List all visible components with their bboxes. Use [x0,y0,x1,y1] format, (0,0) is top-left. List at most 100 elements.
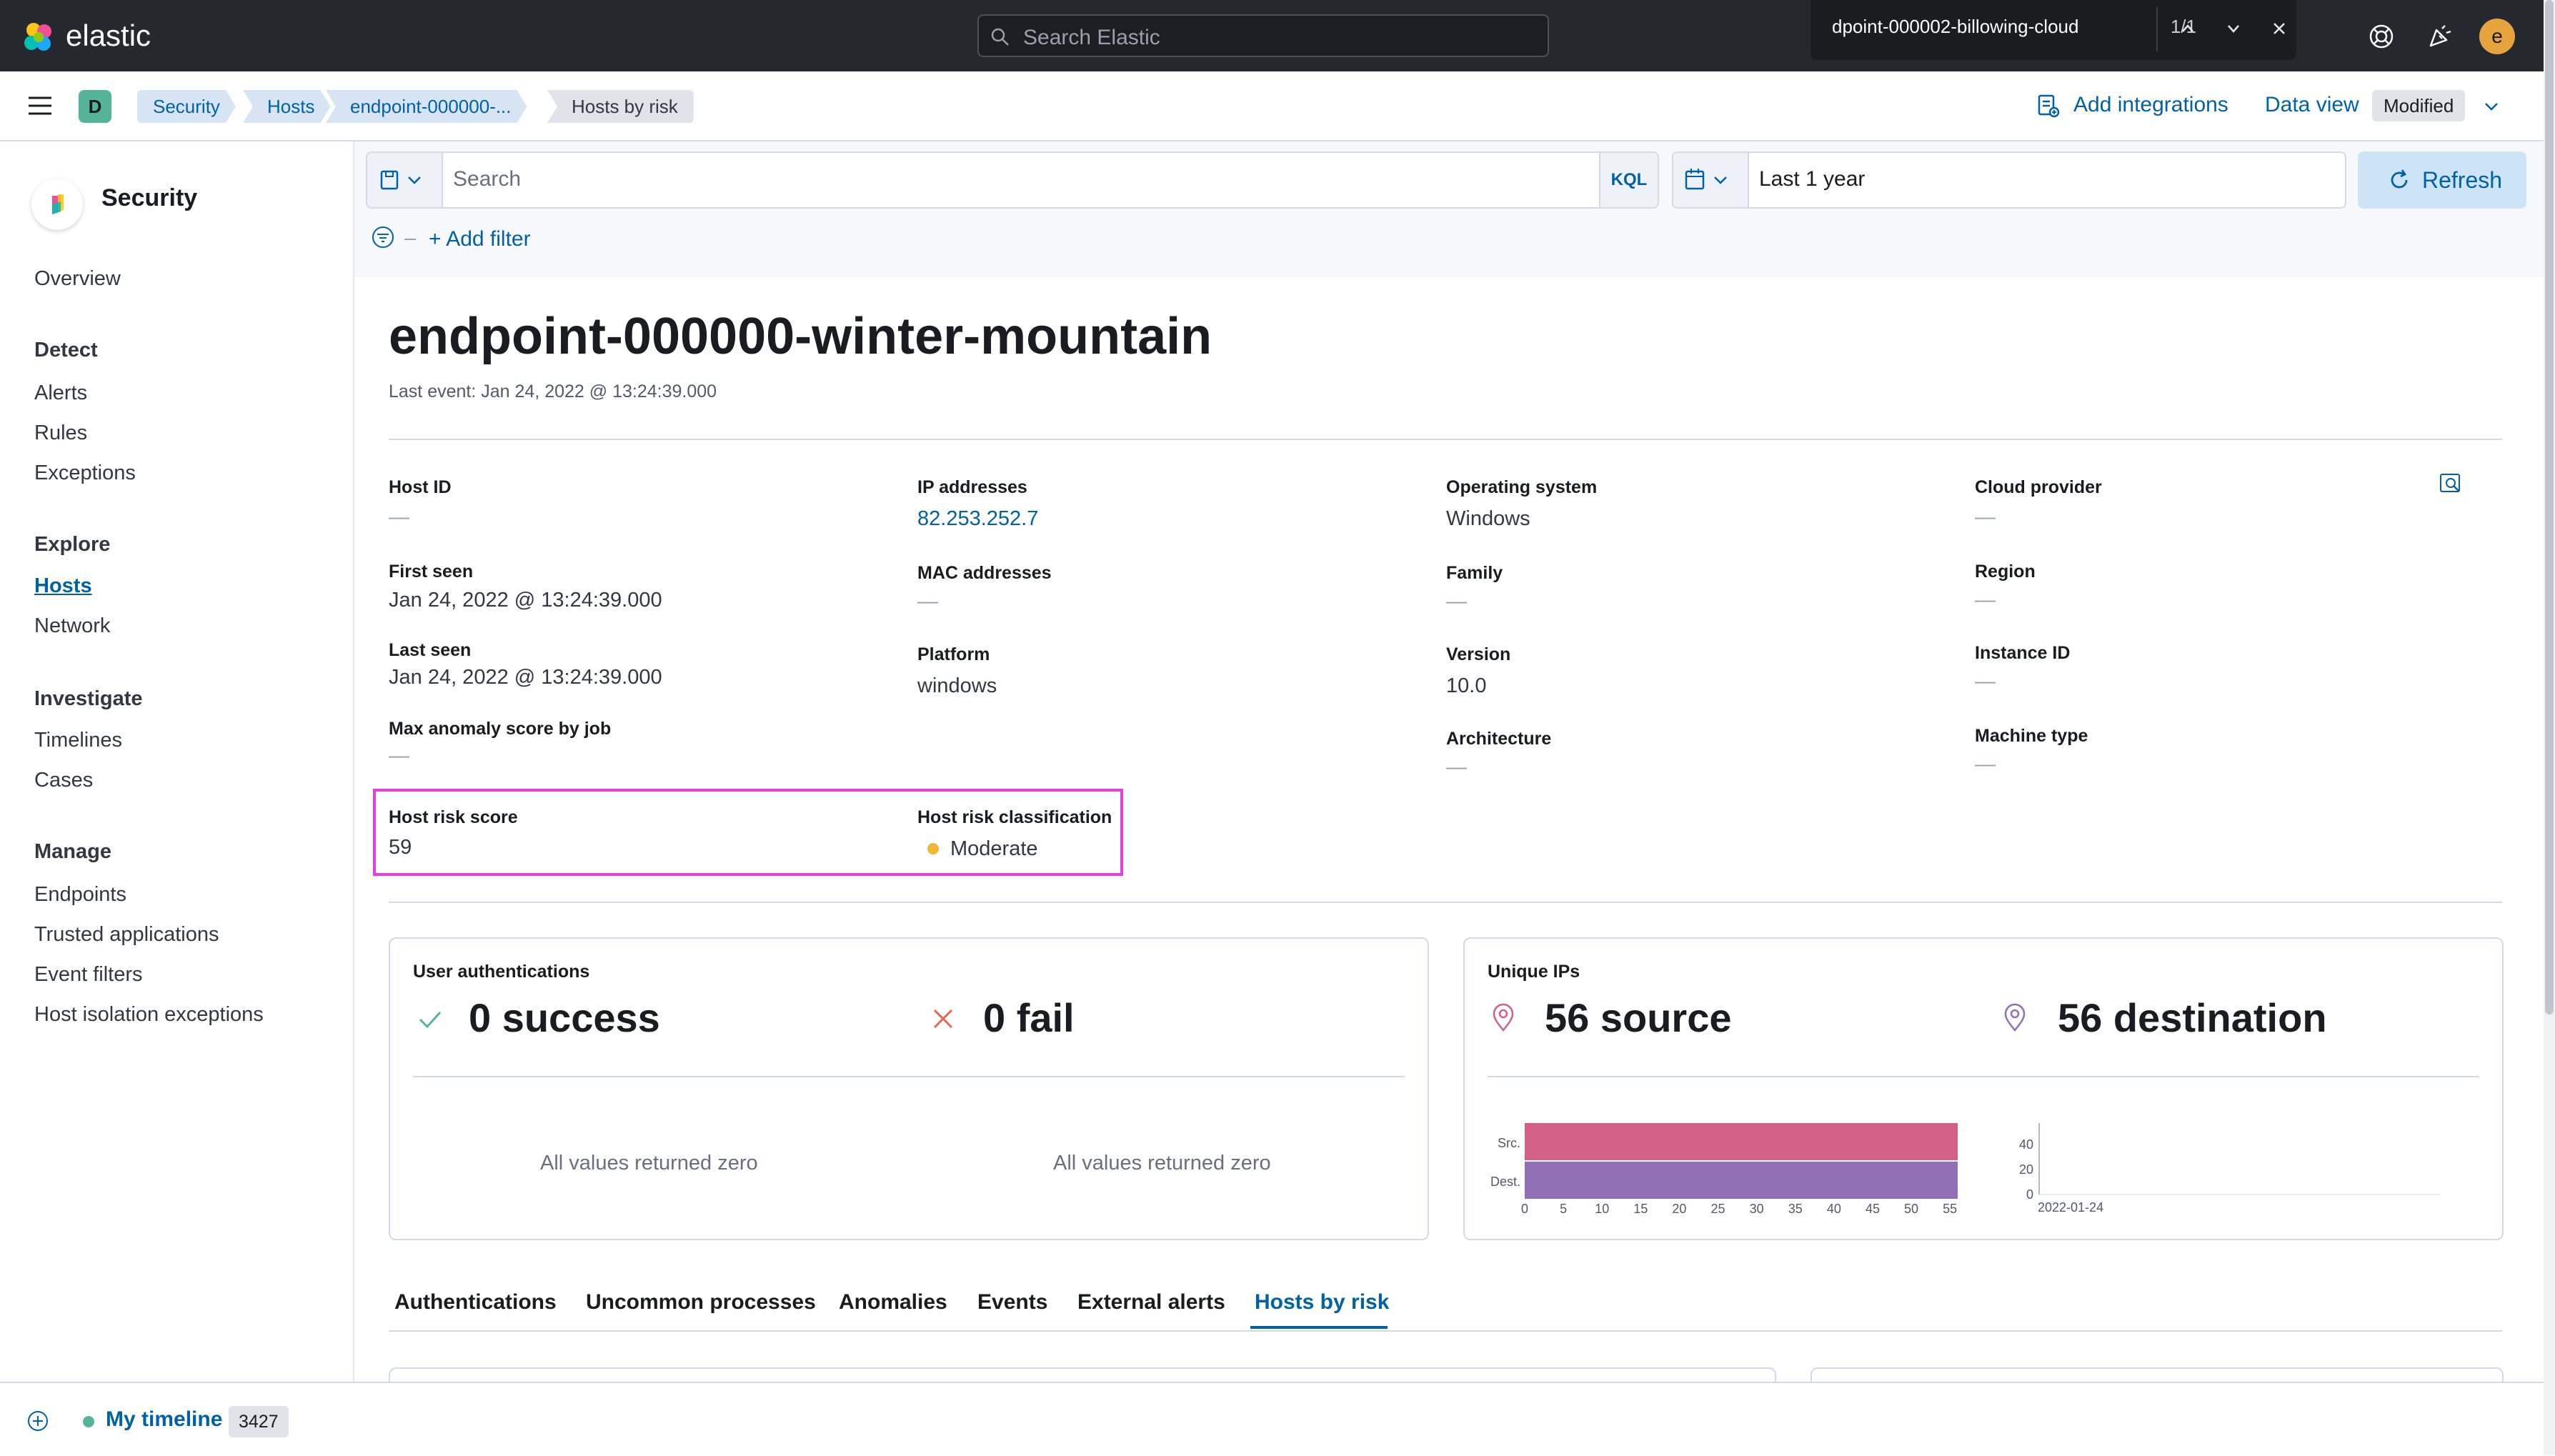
add-filter-button[interactable]: + Add filter [429,227,531,251]
add-integrations-label: Add integrations [2073,93,2228,116]
search-icon [991,28,1009,46]
instance-id-value: — [1975,670,1996,693]
save-icon [380,170,421,190]
breadcrumb-security[interactable]: Security [137,90,236,123]
refresh-button[interactable]: Refresh [2358,151,2526,209]
x-tick-label: 10 [1595,1202,1609,1216]
sidebar-item-overview[interactable]: Overview [34,267,121,291]
global-search-input[interactable]: Search Elastic [977,14,1549,57]
x-tick-label: 30 [1750,1202,1764,1216]
breadcrumb-hosts-by-risk: Hosts by risk [547,90,694,123]
global-search-placeholder: Search Elastic [1023,26,1160,49]
tab-authentications[interactable]: Authentications [394,1290,557,1315]
saved-query-menu[interactable] [367,153,443,207]
space-avatar[interactable]: D [79,90,111,123]
find-query[interactable]: dpoint-000002-billowing-cloud [1832,16,2139,38]
sidebar-item-hosts[interactable]: Hosts [34,574,92,598]
query-search-input[interactable]: Search [453,167,521,191]
cross-icon [933,1009,953,1029]
machine-type-value: — [1975,753,1996,776]
find-next-icon[interactable] [2219,14,2248,43]
sidebar-item-exceptions[interactable]: Exceptions [34,462,136,485]
sidebar-item-alerts[interactable]: Alerts [34,382,87,405]
news-feed-icon[interactable] [2425,21,2455,51]
x-tick-label: 5 [1560,1202,1567,1216]
unique-ips-histogram: 40 20 0 2022-01-24 [2019,1123,2441,1215]
x-tick-label: 0 [1521,1202,1528,1216]
date-quick-menu[interactable] [1673,153,1749,207]
close-icon [2273,23,2285,34]
x-tick-label: 15 [1633,1202,1648,1216]
timeline-status-dot [83,1416,94,1427]
user-authentications-title: User authentications [413,962,590,982]
my-timeline-link[interactable]: My timeline [106,1407,222,1432]
add-timeline-icon[interactable] [26,1409,50,1433]
map-marker-icon [2004,1003,2026,1032]
sidebar-item-host-isolation-exceptions[interactable]: Host isolation exceptions [34,1003,264,1027]
moderate-status-dot [927,843,939,854]
y-tick-label: 40 [2019,1137,2033,1152]
user-authentications-panel [389,937,1429,1240]
tab-hosts-by-risk[interactable]: Hosts by risk [1255,1290,1389,1315]
auth-fail-empty-message: All values returned zero [1053,1152,1271,1175]
last-event-timestamp: Last event: Jan 24, 2022 @ 13:24:39.000 [389,382,717,402]
unique-ips-destination-count: 56 destination [2058,995,2327,1040]
elastic-logo-icon[interactable] [21,20,56,54]
region-label: Region [1975,562,2036,582]
unique-ips-bar-chart: Src. Dest. 0 5 10 15 20 25 30 35 40 45 50 55 [1490,1123,1958,1216]
timeline-bottom-bar: My timeline 3427 [0,1382,2544,1456]
ip-address-link[interactable]: 82.253.252.7 [917,507,1038,531]
x-tick-label: 45 [1866,1202,1880,1216]
divider [413,1076,1405,1077]
top-header: elastic Search Elastic dpoint-000002-bil… [0,0,2555,71]
logo-text[interactable]: elastic [66,17,151,54]
help-icon[interactable] [2366,21,2396,51]
breadcrumb-hosts[interactable]: Hosts [243,90,330,123]
auth-success-empty-message: All values returned zero [540,1152,758,1175]
user-avatar[interactable]: e [2479,19,2515,54]
sidebar-title: Security [101,184,198,211]
inspect-icon[interactable] [2438,470,2464,496]
tab-events[interactable]: Events [977,1290,1047,1315]
find-close-icon[interactable] [2265,14,2293,43]
bar-dest[interactable] [1525,1162,1958,1199]
family-label: Family [1446,563,1503,583]
family-value: — [1446,590,1467,613]
bar-label-src: Src. [1498,1136,1520,1150]
kql-language-toggle[interactable]: KQL [1599,153,1658,207]
page-scrollbar-thumb[interactable] [2545,0,2554,1014]
chevron-down-icon [2228,25,2239,33]
divider [389,902,2502,903]
query-bar: Search KQL [366,151,1659,209]
find-separator [2156,7,2158,51]
find-previous-icon[interactable] [2173,14,2202,43]
cloud-provider-label: Cloud provider [1975,477,2102,497]
hamburger-menu-icon[interactable] [26,93,54,119]
tab-anomalies[interactable]: Anomalies [839,1290,947,1315]
date-range-value[interactable]: Last 1 year [1759,167,1865,191]
check-icon [419,1011,442,1029]
tab-external-alerts[interactable]: External alerts [1077,1290,1225,1315]
sidebar-item-event-filters[interactable]: Event filters [34,963,143,987]
sidebar-item-network[interactable]: Network [34,614,110,638]
cloud-provider-value: — [1975,506,1996,529]
active-tab-indicator [1250,1326,1388,1329]
sidebar-item-timelines[interactable]: Timelines [34,729,122,752]
host-id-value: — [389,506,409,529]
breadcrumb-host-name[interactable]: endpoint-000000-... [326,90,527,123]
bar-src[interactable] [1525,1123,1958,1160]
map-marker-icon [1493,1003,1514,1032]
divider [1488,1076,2479,1077]
filter-menu-icon[interactable] [370,224,396,250]
os-value: Windows [1446,507,1530,530]
last-seen-value: Jan 24, 2022 @ 13:24:39.000 [389,666,662,689]
data-view-link[interactable]: Data view [2265,93,2359,117]
sidebar-item-trusted-applications[interactable]: Trusted applications [34,923,219,947]
x-date-label: 2022-01-24 [2038,1200,2103,1215]
sidebar-item-cases[interactable]: Cases [34,769,93,792]
sidebar-item-rules[interactable]: Rules [34,422,87,445]
chevron-down-icon[interactable] [2479,94,2504,119]
sidebar-item-endpoints[interactable]: Endpoints [34,883,126,907]
tab-uncommon-processes[interactable]: Uncommon processes [586,1290,816,1315]
last-seen-label: Last seen [389,640,472,660]
